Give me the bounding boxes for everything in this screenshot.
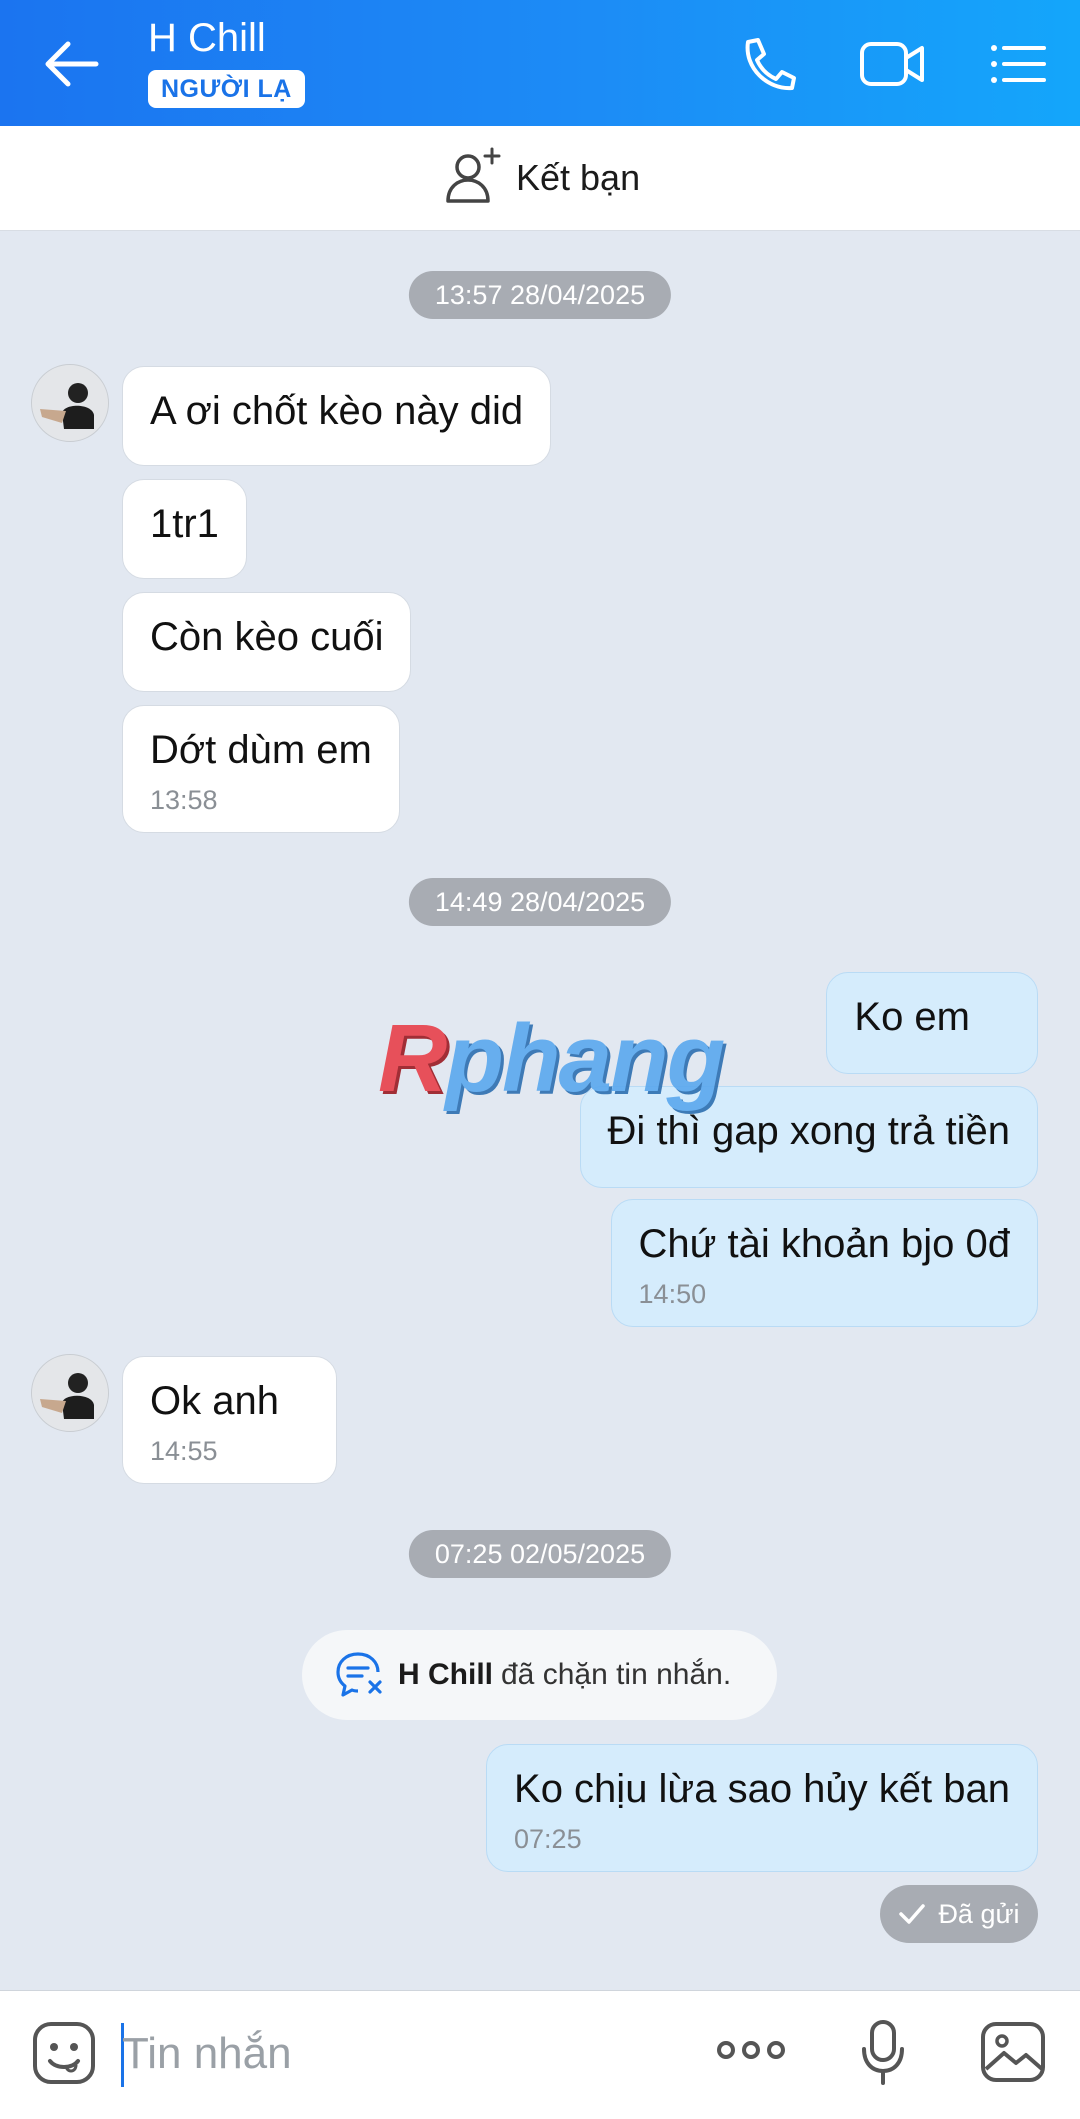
checkmark-icon [898,1903,926,1925]
time-chip: 13:57 28/04/2025 [408,271,672,319]
time-chip: 14:49 28/04/2025 [408,878,672,926]
blocked-notice-name: H Chill [398,1658,493,1691]
stranger-badge: NGƯỜI LẠ [148,70,305,108]
contact-name[interactable]: H Chill [148,16,266,61]
message-time: 14:50 [638,1279,707,1309]
message-text: Đi thì gap xong trả tiền [607,1109,1010,1153]
message-time: 07:25 [514,1824,582,1854]
message-bubble-outgoing[interactable]: Ko chịu lừa sao hủy kết ban 07:25 [486,1744,1038,1872]
message-bubble-incoming[interactable]: Dớt dùm em 13:58 [122,705,400,833]
message-bubble-outgoing[interactable]: Chứ tài khoản bjo 0đ 14:50 [610,1199,1038,1327]
time-chip: 07:25 02/05/2025 [408,1530,672,1578]
message-input[interactable] [120,2021,684,2087]
contact-avatar[interactable] [31,1354,109,1432]
message-text: Ko chịu lừa sao hủy kết ban [514,1767,1010,1811]
emoji-sticker-icon[interactable] [32,2021,96,2090]
message-bubble-incoming[interactable]: 1tr1 [122,479,247,579]
message-bubble-outgoing[interactable]: Ko em [826,972,1038,1074]
message-text: Ok anh [150,1379,279,1423]
image-gallery-icon[interactable] [980,2021,1046,2088]
blocked-notice-text: đã chặn tin nhắn. [501,1658,732,1691]
message-time: 13:58 [150,785,218,815]
sent-status-badge: Đã gửi [880,1885,1038,1943]
message-blocked-icon [334,1650,386,1700]
message-text: Ko em [854,995,970,1039]
message-time: 14:55 [150,1436,218,1466]
message-text: 1tr1 [150,502,219,546]
message-bubble-incoming[interactable]: Ok anh 14:55 [122,1356,337,1484]
message-text: Còn kèo cuối [150,615,384,659]
message-bubble-incoming[interactable]: A ơi chốt kèo này did [122,366,552,466]
sent-status-text: Đã gửi [938,1898,1020,1929]
blocked-notice: H Chill đã chặn tin nhắn. [302,1630,777,1720]
chat-header: H Chill NGƯỜI LẠ [0,0,1080,126]
more-dots-icon[interactable] [716,2035,786,2070]
message-text: Dớt dùm em [150,728,372,772]
message-composer [0,1990,1080,2119]
add-friend-bar[interactable]: Kết bạn [0,126,1080,231]
phone-icon[interactable] [734,36,798,92]
add-friend-label: Kết bạn [516,157,641,198]
watermark-logo: Rphang [378,1005,725,1112]
microphone-icon[interactable] [858,2019,908,2092]
message-bubble-incoming[interactable]: Còn kèo cuối [122,592,412,692]
message-text: Chứ tài khoản bjo 0đ [638,1222,1010,1266]
video-call-icon[interactable] [858,36,924,92]
contact-avatar[interactable] [31,364,109,442]
menu-list-icon[interactable] [988,36,1052,92]
back-arrow-icon[interactable] [40,38,110,90]
message-text: A ơi chốt kèo này did [150,389,524,433]
add-user-icon [442,147,502,210]
